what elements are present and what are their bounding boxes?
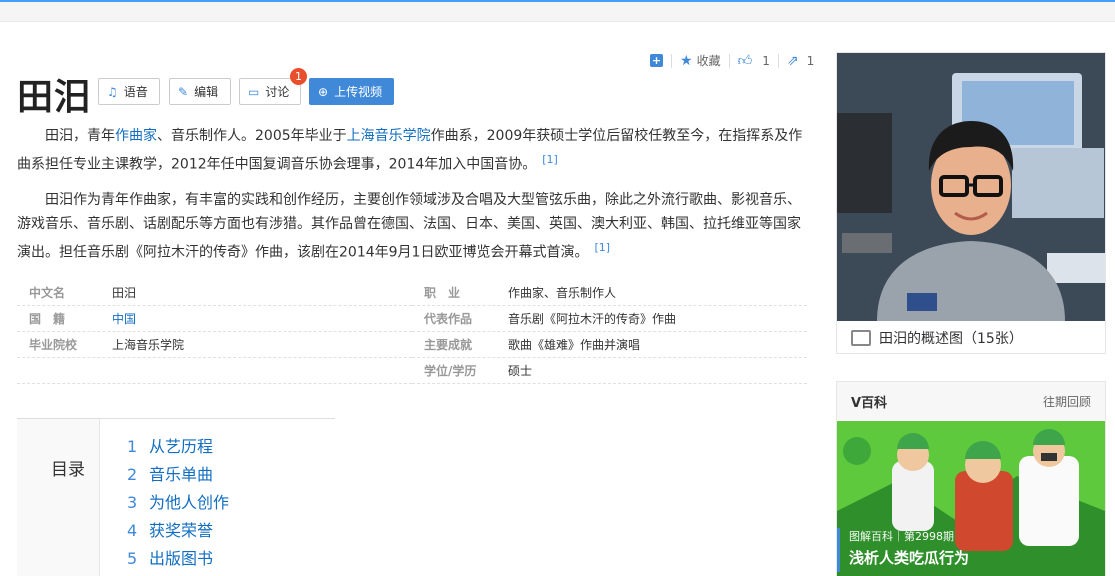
info-value: 上海音乐学院 [112, 338, 185, 352]
divider [728, 53, 730, 68]
info-key: 主要成就 [424, 338, 473, 352]
pencil-icon: ✎ [178, 84, 189, 99]
reference-link[interactable]: [1] [594, 241, 610, 254]
info-cell: 中文名 田汨 [17, 280, 412, 306]
collect-label: 收藏 [696, 54, 721, 68]
entry-toolbar: + ★ 收藏 👍︎ 1 ⇗ 1 [650, 52, 814, 69]
divider [671, 53, 672, 68]
text: 田汨，青年 [45, 128, 115, 144]
edit-button[interactable]: ✎ 编辑 [169, 78, 231, 105]
info-key: 毕业院校 [29, 338, 78, 352]
link-shanghai-conservatory[interactable]: 上海音乐学院 [347, 128, 431, 144]
upload-label: 上传视频 [334, 85, 383, 99]
info-row: 国 籍 中国 代表作品 音乐剧《阿拉木汗的传奇》作曲 [17, 306, 807, 332]
plus-circle-icon: ⊕ [318, 84, 329, 99]
info-value: 硕士 [508, 364, 533, 378]
caption-bar [837, 528, 840, 572]
toc-label-box: 目录 [17, 419, 100, 576]
collect-button[interactable]: ★ 收藏 [680, 52, 721, 69]
info-cell: 学位/学历 硕士 [412, 358, 807, 384]
toc-number: 5 [127, 549, 138, 568]
v-baike-subtitle: 图解百科｜第2998期 [849, 530, 954, 543]
toc-number: 1 [127, 437, 138, 456]
toc-item[interactable]: 2 音乐单曲 [127, 465, 229, 493]
info-cell: 职 业 作曲家、音乐制作人 [412, 280, 807, 306]
toc-item[interactable]: 4 获奖荣誉 [127, 521, 229, 549]
info-key: 中文名 [29, 286, 66, 300]
divider [777, 53, 779, 68]
photo-caption[interactable]: 田汨的概述图（15张） [837, 321, 1105, 354]
top-bar [0, 0, 1115, 22]
audio-button[interactable]: ♫ 语音 [98, 78, 160, 105]
toc-number: 3 [127, 493, 138, 512]
nationality-link[interactable]: 中国 [112, 310, 136, 327]
gallery-icon [851, 329, 871, 346]
info-key: 代表作品 [424, 312, 473, 326]
page-title: 田汨 [17, 76, 92, 118]
toc-text: 为他人创作 [149, 493, 230, 512]
audio-label: 语音 [123, 85, 148, 99]
text: 、音乐制作人。2005年毕业于 [157, 128, 347, 144]
toc-number: 4 [127, 521, 138, 540]
portrait-photo[interactable] [837, 53, 1105, 321]
info-value: 音乐剧《阿拉木汗的传奇》作曲 [508, 312, 677, 326]
toc-text: 音乐单曲 [149, 465, 214, 484]
intro-paragraph-2: 田汨作为青年作曲家，有丰富的实践和创作经历，主要创作领域涉及合唱及大型管弦乐曲，… [17, 188, 807, 265]
toc-text: 出版图书 [149, 549, 214, 568]
toc-item[interactable]: 5 出版图书 [127, 549, 229, 576]
info-key: 国 籍 [29, 312, 66, 326]
toc-item[interactable]: 3 为他人创作 [127, 493, 229, 521]
toc-list: 1 从艺历程 2 音乐单曲 3 为他人创作 4 获奖荣誉 5 出版图书 [127, 437, 229, 576]
info-value: 作曲家、音乐制作人 [508, 286, 617, 300]
intro-paragraph-1: 田汨，青年作曲家、音乐制作人。2005年毕业于上海音乐学院作曲系，2009年获硕… [17, 124, 807, 177]
info-value: 田汨 [112, 286, 137, 300]
info-cell: 国 籍 中国 [17, 306, 412, 332]
photo-caption-text: 田汨的概述图（15张） [879, 330, 1023, 347]
star-icon: ★ [680, 52, 693, 69]
info-key: 学位/学历 [424, 364, 477, 378]
table-of-contents: 目录 1 从艺历程 2 音乐单曲 3 为他人创作 4 获奖荣誉 5 出版图书 [17, 418, 335, 576]
info-cell: 毕业院校 上海音乐学院 [17, 332, 412, 358]
past-issues-link[interactable]: 往期回顾 [1043, 393, 1091, 410]
info-row: 学位/学历 硕士 [17, 358, 807, 384]
portrait-illustration [837, 53, 1105, 321]
info-value: 歌曲《雄难》作曲并演唱 [508, 338, 641, 352]
chat-icon: ▭ [248, 84, 260, 99]
edit-label: 编辑 [194, 85, 219, 99]
share-icon: ⇗ [786, 52, 799, 69]
add-icon[interactable]: + [650, 54, 663, 67]
text: 田汨作为青年作曲家，有丰富的实践和创作经历，主要创作领域涉及合唱及大型管弦乐曲，… [17, 192, 801, 261]
v-baike-title: V百科 [851, 395, 888, 411]
v-baike-headline[interactable]: 浅析人类吃瓜行为 [849, 547, 969, 568]
thumbs-up-icon: 👍︎ [737, 53, 753, 69]
v-baike-image[interactable]: 图解百科｜第2998期 浅析人类吃瓜行为 [837, 421, 1105, 576]
discuss-badge: 1 [290, 68, 307, 85]
v-baike-header: V百科 往期回顾 [837, 382, 1105, 420]
info-cell: 代表作品 音乐剧《阿拉木汗的传奇》作曲 [412, 306, 807, 332]
toc-item[interactable]: 1 从艺历程 [127, 437, 229, 465]
link-composer[interactable]: 作曲家 [115, 128, 157, 144]
share-button[interactable]: ⇗ 1 [787, 53, 814, 69]
upload-video-button[interactable]: ⊕ 上传视频 [309, 78, 394, 105]
toc-text: 从艺历程 [149, 437, 214, 456]
share-count: 1 [806, 53, 815, 68]
like-count: 1 [762, 53, 770, 68]
info-box: 中文名 田汨 职 业 作曲家、音乐制作人 国 籍 中国 代表作品 音乐剧《阿拉木汗的传奇… [17, 280, 807, 384]
reference-link[interactable]: [1] [542, 153, 558, 166]
toc-text: 获奖荣誉 [149, 521, 214, 540]
info-key: 职 业 [424, 286, 461, 300]
info-cell: 主要成就 歌曲《雄难》作曲并演唱 [412, 332, 807, 358]
headphones-icon: ♫ [107, 84, 118, 99]
discuss-label: 讨论 [265, 85, 290, 99]
v-baike-card: V百科 往期回顾 图解百科｜第2998期 浅析人类吃瓜行为 [836, 381, 1106, 576]
summary-photo-card[interactable]: 田汨的概述图（15张） [836, 52, 1106, 354]
toc-number: 2 [127, 465, 138, 484]
info-cell-empty [17, 358, 412, 384]
v-baike-caption: 图解百科｜第2998期 浅析人类吃瓜行为 [837, 528, 969, 572]
toc-label: 目录 [51, 460, 85, 480]
like-button[interactable]: 👍︎ 1 [738, 52, 770, 69]
info-row: 毕业院校 上海音乐学院 主要成就 歌曲《雄难》作曲并演唱 [17, 332, 807, 358]
info-row: 中文名 田汨 职 业 作曲家、音乐制作人 [17, 280, 807, 306]
